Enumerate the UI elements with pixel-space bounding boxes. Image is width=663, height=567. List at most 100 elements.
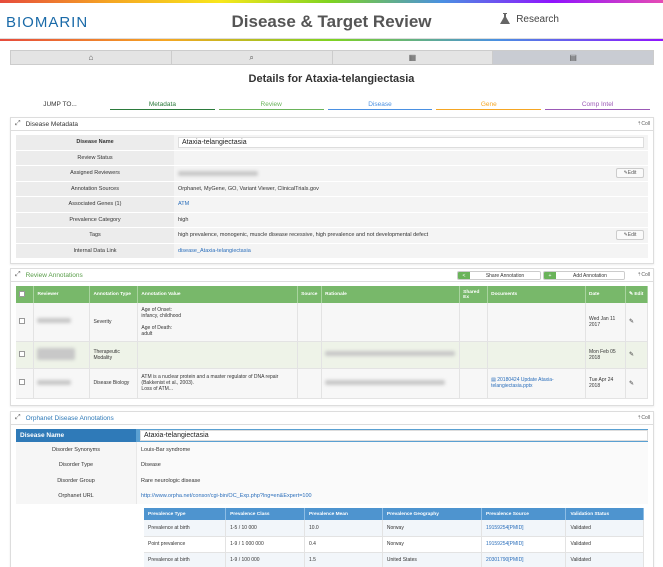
table-row[interactable]: Severity Age of Onset: infancy, childhoo… [16,303,649,342]
row-label: Disorder Type [16,457,136,473]
col-header[interactable]: Prevalence Type [144,508,227,520]
jump-disease-link[interactable]: Disease [327,100,433,110]
jump-to-label: JUMP TO... [43,101,77,108]
panel-header: ⤢ Orphanet Disease Annotations ⇡Coll [11,412,653,425]
table-cell: 1-9 / 1 000 000 [225,536,305,553]
jump-gene-link[interactable]: Gene [436,100,542,110]
metadata-row: Prevalence Category high [16,212,648,228]
metadata-row: Assigned Reviewers ✎ Edit [16,166,648,182]
panel-header: ⤢ Review Annotations < Share Annotation … [11,269,653,282]
jump-review-link[interactable]: Review [218,100,324,110]
col-header[interactable]: Validation Status [565,508,644,520]
col-header[interactable]: Reviewer [33,286,91,303]
expand-icon[interactable]: ⤢ [15,271,21,279]
document-link[interactable]: ▤ 20180424 Update Ataxia-telangiectasia.… [487,368,586,399]
col-header[interactable]: Date [585,286,626,303]
home-nav-button[interactable]: ⌂ [11,51,172,64]
expand-icon[interactable]: ⤢ [15,120,21,128]
edit-reviewers-button[interactable]: ✎ Edit [616,168,644,178]
table-cell: Norway [382,520,483,537]
row-label: Associated Genes (1) [16,197,174,212]
collapse-button[interactable]: ⇡Coll [637,272,650,278]
redacted-reviewer [37,347,76,360]
row-label: Review Status [16,150,174,165]
annotation-date: Mon Feb 05 2018 [585,341,626,369]
prevalence-table: Prevalence Type Prevalence Class Prevale… [144,508,644,567]
row-label: Disease Name [16,429,136,442]
col-header[interactable]: Prevalence Class [225,508,305,520]
home-icon: ⌂ [88,53,94,62]
orphanet-row: Disorder Synonyms Louis-Bar syndrome [16,442,648,458]
row-label: Tags [16,228,174,243]
search-nav-button[interactable]: ⌕ [172,51,333,64]
collapse-button[interactable]: ⇡Coll [637,121,650,127]
internal-data-link[interactable]: disease_Ataxia-telangiectasia [174,243,648,258]
edit-icon[interactable]: ✎ [629,381,634,387]
table-nav-button[interactable]: ▦ [333,51,494,64]
header-color-bar [0,39,663,41]
table-cell: 1-9 / 100 000 [225,552,305,567]
table-header-row: Prevalence Type Prevalence Class Prevale… [144,508,644,520]
source-link[interactable]: 19159254[PMID] [481,520,567,537]
research-menu[interactable]: Research [500,13,559,25]
plus-icon: + [544,272,556,279]
search-icon: ⌕ [249,52,254,62]
research-label: Research [516,13,559,25]
row-checkbox[interactable] [19,379,25,385]
annotation-type: Disease Biology [89,368,139,399]
panel-title: Review Annotations [25,271,83,279]
row-checkbox[interactable] [19,350,25,357]
document-link[interactable] [487,303,586,342]
annotation-value [137,341,299,369]
jump-compintel-link[interactable]: Comp Intel [545,100,650,110]
row-label: Orphanet URL [16,488,136,504]
table-icon: ▦ [408,53,417,62]
expand-icon[interactable]: ⤢ [15,414,21,422]
col-header[interactable]: Documents [487,286,586,303]
list-icon: ▤ [569,53,577,62]
collapse-button[interactable]: ⇡Coll [637,415,650,421]
col-header[interactable]: Source [297,286,323,303]
tags-value: high prevalence, monogenic, muscle disea… [178,232,429,239]
col-header[interactable]: Rationale [321,286,461,303]
view-nav: ⌂ ⌕ ▦ ▤ [10,50,654,65]
list-nav-button[interactable]: ▤ [493,51,653,64]
col-header[interactable]: Prevalence Geography [382,508,483,520]
document-link[interactable] [487,341,586,369]
table-cell: 1-5 / 10 000 [225,520,305,537]
add-annotation-button[interactable]: + Add Annotation [543,271,625,280]
orphanet-row: Disorder Group Rare neurologic disease [16,473,648,489]
panel-title: Disease Metadata [25,120,78,128]
col-header[interactable]: Annotation Type [89,286,139,303]
table-row[interactable]: Disease Biology ATM is a nuclear protein… [16,368,649,399]
row-checkbox[interactable] [19,317,25,324]
row-label: Prevalence Category [16,212,174,227]
disease-name-field[interactable]: Ataxia-telangiectasia [178,136,644,148]
col-header[interactable]: ✎ Edit [625,286,649,303]
edit-icon[interactable]: ✎ [629,352,634,358]
table-cell: Validated [565,552,644,567]
table-row[interactable]: Therapeutic Modality Mon Feb 05 2018 ✎ [16,341,649,369]
orphanet-panel: ⤢ Orphanet Disease Annotations ⇡Coll Dis… [10,411,654,567]
redacted-rationale [325,351,456,356]
gene-link[interactable]: ATM [174,197,648,212]
jump-to-nav: JUMP TO... Metadata Review Disease Gene … [10,100,654,110]
source-link[interactable]: 19159254[PMID] [481,536,567,553]
source-link[interactable]: 20301790[PMID] [481,552,567,567]
annotation-value: ATM is a nuclear protein and a master re… [137,368,299,399]
select-all-checkbox[interactable] [19,290,25,297]
jump-metadata-link[interactable]: Metadata [110,100,215,110]
col-header[interactable]: Annotation Value [137,286,299,303]
col-header[interactable]: Prevalence Source [481,508,567,520]
orphanet-row: Orphanet URL http://www.orpha.net/consor… [16,488,648,504]
orphanet-disease-name[interactable]: Ataxia-telangiectasia [140,430,648,441]
table-cell: Prevalence at birth [144,552,227,567]
col-header[interactable]: Prevalence Mean [304,508,383,520]
share-annotation-button[interactable]: < Share Annotation [457,271,541,280]
edit-tags-button[interactable]: ✎ Edit [616,230,644,240]
orphanet-url-link[interactable]: http://www.orpha.net/consor/cgi-bin/OC_E… [136,488,648,504]
table-cell: 10.0 [304,520,383,537]
group-value: Rare neurologic disease [136,473,648,489]
edit-icon[interactable]: ✎ [629,319,634,325]
col-header[interactable]: Shared Ex [459,286,489,303]
